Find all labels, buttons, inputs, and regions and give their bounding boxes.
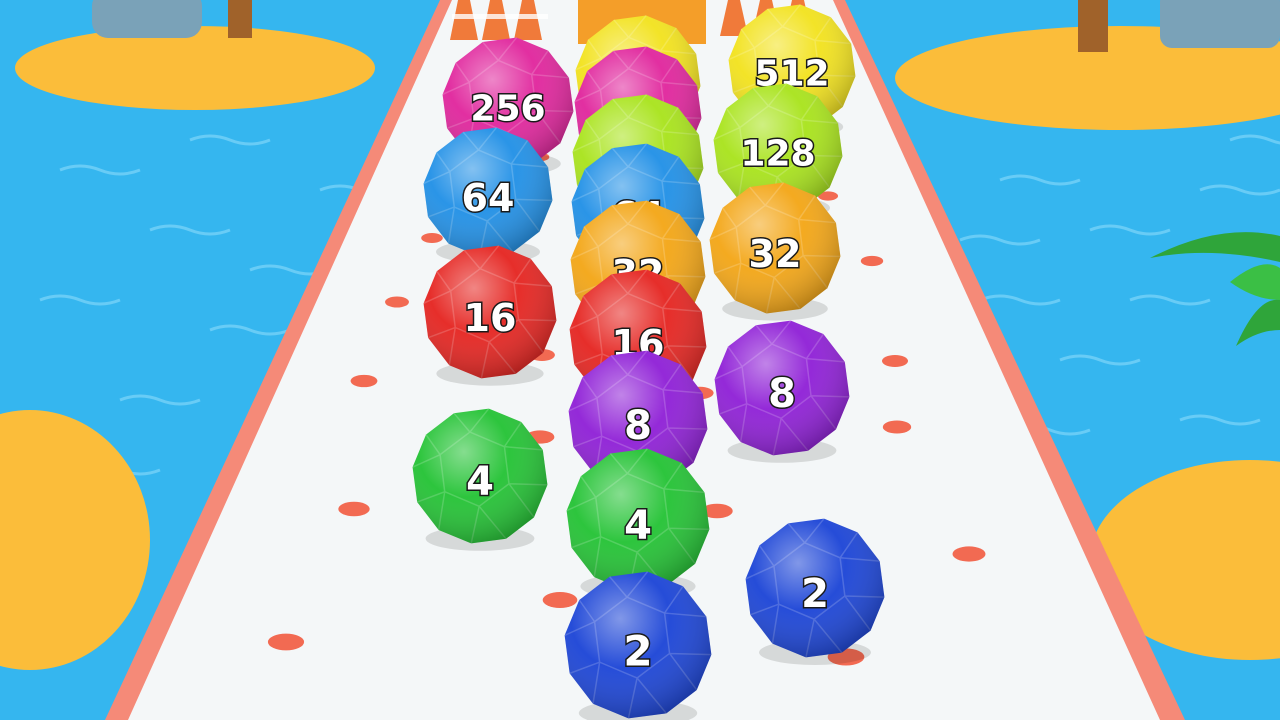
track-dot: [385, 296, 409, 308]
track-dot: [267, 633, 305, 651]
track-dot: [881, 354, 909, 368]
game-viewport: 512256128646432321616884422: [0, 0, 1280, 720]
track-dot: [952, 546, 986, 562]
track-dot: [421, 233, 443, 243]
ball-value-label: 4: [624, 503, 652, 549]
ball-value-label: 256: [470, 89, 545, 130]
game-scene: 512256128646432321616884422: [0, 0, 1280, 720]
track-dot: [542, 592, 578, 608]
track-dot: [882, 420, 912, 434]
track-dot: [350, 374, 378, 388]
palm-trunk: [1078, 0, 1108, 52]
palm-trunk: [228, 0, 252, 38]
track-dot: [338, 501, 370, 517]
ball-value-label: 2: [623, 627, 652, 676]
ball-value-label: 32: [749, 232, 802, 276]
ball-value-label: 8: [768, 371, 796, 417]
ball-value-label: 64: [462, 176, 515, 220]
ball-value-label: 8: [624, 403, 652, 449]
rock: [1160, 0, 1280, 48]
track-dot: [860, 255, 884, 267]
ball-value-label: 16: [464, 296, 517, 340]
rock: [92, 0, 202, 38]
ball-value-label: 2: [801, 571, 829, 617]
ball-value-label: 128: [740, 134, 815, 175]
ball-value-label: 4: [466, 459, 494, 505]
cone-row-left: [450, 0, 548, 40]
